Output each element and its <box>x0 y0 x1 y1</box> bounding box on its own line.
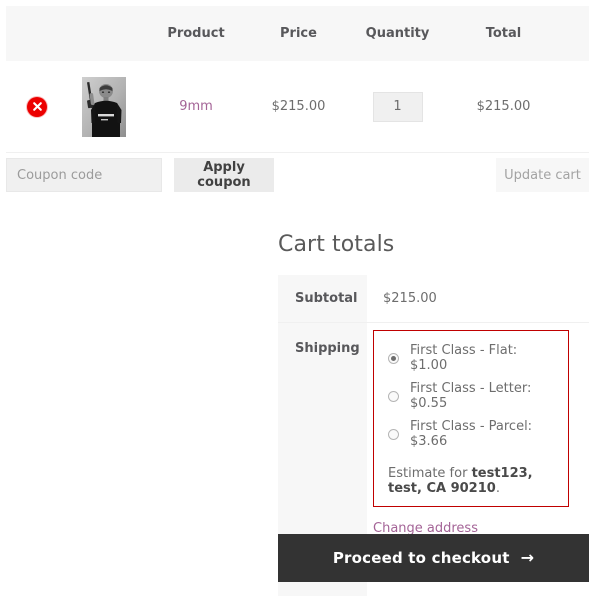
cart-actions-row: Apply coupon Update cart <box>6 158 589 192</box>
update-cart-button[interactable]: Update cart <box>496 158 589 192</box>
product-thumbnail-image[interactable] <box>82 76 126 137</box>
proceed-to-checkout-label: Proceed to checkout <box>332 549 510 567</box>
apply-coupon-button[interactable]: Apply coupon <box>174 158 274 192</box>
remove-x-icon[interactable] <box>27 96 47 117</box>
shipping-option-flat-label: First Class - Flat: $1.00 <box>410 343 518 373</box>
shipping-label: Shipping <box>278 323 367 548</box>
quantity-input[interactable]: 1 <box>372 91 423 122</box>
radio-icon-letter[interactable] <box>388 390 399 402</box>
column-header-price: Price <box>280 26 317 41</box>
column-header-total: Total <box>485 26 522 41</box>
coupon-code-input[interactable] <box>6 158 162 192</box>
shipping-options-cell: First Class - Flat: $1.00 First Class - … <box>367 323 589 548</box>
product-quantity-cell: 1 <box>345 91 450 122</box>
column-header-product: Product <box>167 26 225 41</box>
subtotal-value: $215.00 <box>383 291 437 306</box>
shipping-row: Shipping First Class - Flat: $1.00 First… <box>278 322 589 548</box>
product-name-cell: 9mm <box>140 99 252 114</box>
shipping-option-parcel[interactable]: First Class - Parcel: $3.66 <box>388 419 554 449</box>
subtotal-label: Subtotal <box>278 275 367 322</box>
remove-item-cell <box>6 96 68 117</box>
arrow-right-icon: → <box>520 548 535 567</box>
estimate-suffix: . <box>495 481 500 496</box>
shipping-option-letter[interactable]: First Class - Letter: $0.55 <box>388 381 554 411</box>
cart-table-header-row: Product Price Quantity Total <box>6 6 589 61</box>
product-name-link[interactable]: 9mm <box>179 99 213 114</box>
radio-icon-flat[interactable] <box>388 352 399 364</box>
subtotal-row: Subtotal $215.00 <box>278 275 589 322</box>
table-row: 9mm $215.00 1 $215.00 <box>6 61 589 153</box>
shipping-option-parcel-label: First Class - Parcel: $3.66 <box>410 419 533 449</box>
product-line-total-cell: $215.00 <box>476 99 531 114</box>
shipping-methods-highlight-box: First Class - Flat: $1.00 First Class - … <box>373 330 569 507</box>
column-header-quantity: Quantity <box>365 26 430 41</box>
cart-totals-title: Cart totals <box>278 232 395 257</box>
shipping-estimate-text: Estimate for test123, test, CA 90210. <box>388 466 554 496</box>
shipping-option-letter-label: First Class - Letter: $0.55 <box>410 381 532 411</box>
product-thumbnail-cell <box>68 76 140 137</box>
proceed-to-checkout-button[interactable]: Proceed to checkout → <box>278 534 589 582</box>
shipping-option-flat[interactable]: First Class - Flat: $1.00 <box>388 343 554 373</box>
product-price-cell: $215.00 <box>271 99 326 114</box>
cart-table: Product Price Quantity Total 9mm $215.00… <box>6 6 589 153</box>
radio-icon-parcel[interactable] <box>388 428 399 440</box>
estimate-prefix: Estimate for <box>388 466 472 481</box>
